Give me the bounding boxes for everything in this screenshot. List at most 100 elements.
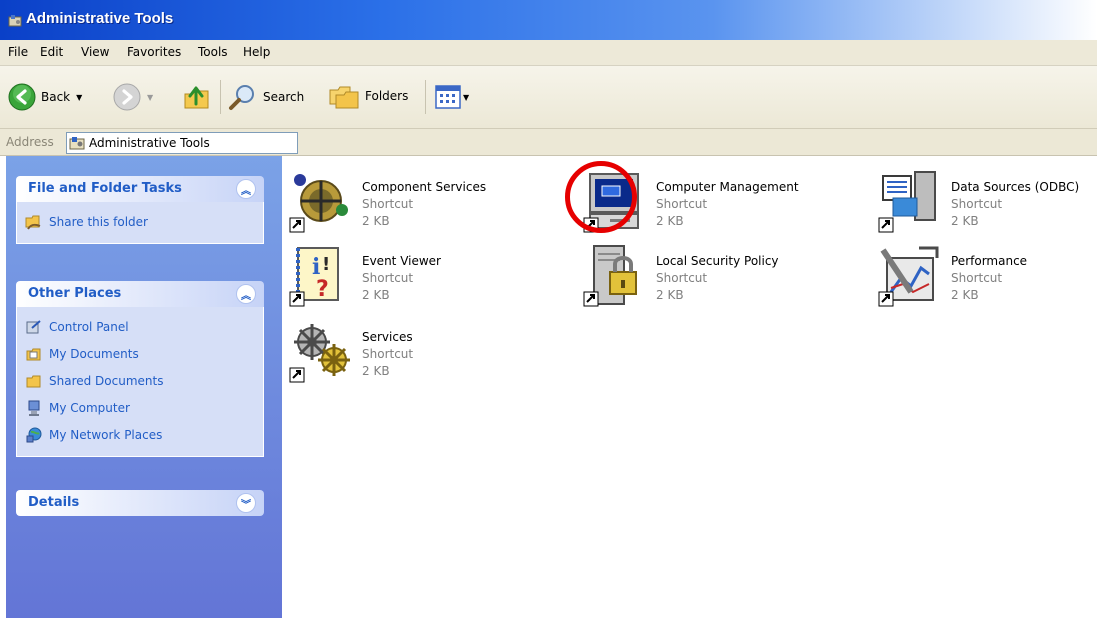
item-type: Shortcut <box>656 197 708 211</box>
collapse-chevron-icon[interactable]: ︽ <box>236 179 256 199</box>
item-name: Computer Management <box>656 180 799 194</box>
item-type: Shortcut <box>656 271 708 285</box>
my-network-places-label: My Network Places <box>49 427 163 442</box>
search-button[interactable]: Search <box>228 83 304 111</box>
file-view: Component Services Shortcut 2 KB Compute… <box>283 156 1097 618</box>
admin-tools-icon <box>8 15 22 27</box>
menu-favorites[interactable]: Favorites <box>127 45 181 59</box>
item-size: 2 KB <box>362 214 390 228</box>
forward-arrow-icon <box>113 83 141 111</box>
item-size: 2 KB <box>362 364 390 378</box>
share-folder-label: Share this folder <box>49 214 148 229</box>
forward-button[interactable]: ▼ <box>113 83 153 111</box>
window-title: Administrative Tools <box>26 10 174 27</box>
other-places-body: Control Panel My Documents Shared Docume… <box>16 307 264 457</box>
expand-chevron-icon[interactable]: ︾ <box>236 493 256 513</box>
details-box: Details ︾ <box>16 490 264 516</box>
item-size: 2 KB <box>951 288 979 302</box>
item-type: Shortcut <box>951 271 1003 285</box>
folders-button[interactable]: Folders <box>328 82 408 110</box>
item-name: Event Viewer <box>362 254 441 268</box>
data-sources-icon <box>878 171 936 233</box>
menu-edit[interactable]: Edit <box>40 45 63 59</box>
toolbar-separator <box>425 80 426 114</box>
local-security-policy-icon <box>583 245 637 307</box>
views-button[interactable]: ▼ <box>435 85 469 109</box>
item-performance[interactable]: Performance Shortcut 2 KB <box>875 240 1097 310</box>
item-name: Performance <box>951 254 1028 268</box>
menu-tools[interactable]: Tools <box>198 45 228 59</box>
share-folder-link[interactable]: Share this folder <box>17 208 263 235</box>
computer-management-icon <box>583 173 639 233</box>
shared-documents-label: Shared Documents <box>49 373 164 388</box>
svg-text:?: ? <box>316 277 329 302</box>
my-computer-label: My Computer <box>49 400 130 415</box>
item-size: 2 KB <box>362 288 390 302</box>
item-services[interactable]: Services Shortcut 2 KB <box>286 316 576 386</box>
item-size: 2 KB <box>656 288 684 302</box>
views-icon <box>435 85 461 109</box>
item-component-services[interactable]: Component Services Shortcut 2 KB <box>286 166 576 236</box>
control-panel-icon <box>25 318 43 336</box>
up-button[interactable] <box>182 82 212 112</box>
back-button[interactable]: Back ▼ <box>8 83 82 111</box>
other-places-title: Other Places <box>28 286 122 301</box>
details-header[interactable]: Details ︾ <box>16 490 264 516</box>
toolbar-separator <box>220 80 221 114</box>
item-size: 2 KB <box>656 214 684 228</box>
address-value: Administrative Tools <box>89 136 210 150</box>
forward-dropdown-icon[interactable]: ▼ <box>147 93 153 102</box>
menu-view[interactable]: View <box>81 45 109 59</box>
my-documents-icon <box>25 345 43 363</box>
address-bar: Address Administrative Tools <box>0 129 1097 156</box>
back-label: Back <box>41 90 71 104</box>
file-folder-tasks-title: File and Folder Tasks <box>28 181 182 196</box>
share-folder-icon <box>25 213 43 231</box>
title-bar[interactable]: Administrative Tools <box>0 0 1097 40</box>
item-name: Local Security Policy <box>656 254 779 268</box>
file-folder-tasks-header[interactable]: File and Folder Tasks ︽ <box>16 176 264 202</box>
services-icon <box>289 324 350 383</box>
item-type: Shortcut <box>362 197 414 211</box>
item-event-viewer[interactable]: i ! ? Event Viewer Shortcut 2 KB <box>286 240 576 310</box>
collapse-chevron-icon[interactable]: ︽ <box>236 284 256 304</box>
control-panel-link[interactable]: Control Panel <box>17 313 263 340</box>
views-dropdown-icon[interactable]: ▼ <box>463 93 469 102</box>
item-type: Shortcut <box>951 197 1003 211</box>
item-type: Shortcut <box>362 271 414 285</box>
my-network-places-link[interactable]: My Network Places <box>17 421 263 448</box>
my-documents-label: My Documents <box>49 346 139 361</box>
address-input[interactable]: Administrative Tools <box>66 132 298 154</box>
item-size: 2 KB <box>951 214 979 228</box>
my-computer-link[interactable]: My Computer <box>17 394 263 421</box>
address-label: Address <box>6 135 54 149</box>
other-places-box: Other Places ︽ Control Panel My Document… <box>16 281 264 457</box>
search-magnifier-icon <box>229 85 254 110</box>
search-label: Search <box>263 90 305 104</box>
performance-icon <box>878 246 939 307</box>
folders-label: Folders <box>365 89 409 103</box>
my-computer-icon <box>25 399 43 417</box>
back-dropdown-icon[interactable]: ▼ <box>76 93 82 102</box>
menu-help[interactable]: Help <box>243 45 270 59</box>
back-arrow-icon <box>8 83 36 111</box>
standard-toolbar: Back ▼ ▼ Search Folders ▼ <box>0 66 1097 129</box>
file-folder-tasks-body: Share this folder <box>16 202 264 244</box>
item-name: Services <box>362 330 413 344</box>
up-folder-icon <box>184 86 209 109</box>
folders-icon <box>329 86 359 109</box>
item-local-security-policy[interactable]: Local Security Policy Shortcut 2 KB <box>580 240 870 310</box>
menu-file[interactable]: File <box>8 45 28 59</box>
svg-text:!: ! <box>322 254 330 275</box>
item-name: Component Services <box>362 180 487 194</box>
file-folder-tasks-box: File and Folder Tasks ︽ Share this folde… <box>16 176 264 244</box>
admin-tools-small-icon <box>69 137 85 150</box>
component-services-icon <box>289 174 348 233</box>
item-data-sources-odbc[interactable]: Data Sources (ODBC) Shortcut 2 KB <box>875 166 1097 236</box>
menu-bar: File Edit View Favorites Tools Help <box>0 40 1097 66</box>
shared-documents-link[interactable]: Shared Documents <box>17 367 263 394</box>
other-places-header[interactable]: Other Places ︽ <box>16 281 264 307</box>
shared-documents-icon <box>25 372 43 390</box>
item-computer-management[interactable]: Computer Management Shortcut 2 KB <box>580 166 870 236</box>
my-documents-link[interactable]: My Documents <box>17 340 263 367</box>
